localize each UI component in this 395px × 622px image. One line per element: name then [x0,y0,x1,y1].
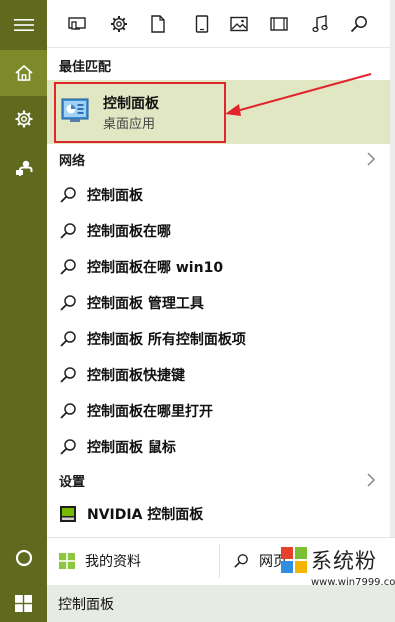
best-match-header: 最佳匹配 [59,60,112,75]
settings-result-row[interactable]: NVIDIA 控制面板 [47,496,390,532]
settings-result-label: NVIDIA 控制面板 [87,507,204,523]
start-button[interactable] [0,585,47,622]
folders-filter-button[interactable] [190,12,214,36]
watermark-url: www.win7999.com [311,577,395,588]
search-icon [60,367,76,383]
web-result-label: 控制面板快捷键 [87,368,185,384]
web-filter-button[interactable] [347,12,371,36]
my-stuff-label: 我的资料 [85,554,141,570]
search-icon [60,439,76,455]
settings-filter-button[interactable] [107,12,131,36]
web-result-label: 控制面板 [87,188,143,204]
scope-divider [219,544,220,578]
search-icon [60,331,76,347]
gear-icon [15,110,32,128]
photos-filter-icon [230,16,248,32]
music-filter-button[interactable] [308,12,332,36]
my-stuff-button[interactable]: 我的资料 [59,538,141,584]
taskbar-search-input[interactable]: 控制面板 [58,594,114,614]
settings-button[interactable] [0,96,47,142]
feedback-icon [15,160,32,176]
search-icon [60,295,76,311]
settings-header: 设置 [59,475,86,490]
cortana-circle-icon [15,549,32,567]
web-result-row[interactable]: 控制面板 所有控制面板项 [47,320,390,356]
results-panel: 最佳匹配 控制面板 桌面应用 网络 控制面板 控制面板在哪 控制面板在哪 win… [47,48,390,537]
search-icon [60,259,76,275]
web-result-row[interactable]: 控制面板 鼠标 [47,428,390,464]
apps-filter-button[interactable] [65,12,89,36]
home-button[interactable] [0,50,47,96]
filter-bar [47,0,390,48]
feedback-button[interactable] [0,145,47,191]
windows-logo-icon [59,553,75,569]
web-result-label: 控制面板 管理工具 [87,296,204,312]
web-expand-chevron-icon[interactable] [366,152,376,166]
search-icon [60,223,76,239]
cortana-button[interactable] [0,535,47,581]
hamburger-menu-icon [13,19,34,31]
folders-filter-icon [195,15,209,33]
annotation-arrow-icon [225,73,372,116]
hamburger-menu-button[interactable] [0,2,47,48]
best-match-item[interactable]: 控制面板 桌面应用 [47,73,390,144]
web-result-row[interactable]: 控制面板在哪 [47,212,390,248]
web-result-label: 控制面板在哪里打开 [87,404,213,420]
web-result-label: 控制面板在哪 [87,224,171,240]
web-header: 网络 [59,154,86,169]
web-result-row[interactable]: 控制面板在哪里打开 [47,392,390,428]
web-result-label: 控制面板在哪 win10 [87,260,224,276]
watermark-logo-icon [281,547,307,573]
music-filter-icon [312,15,328,33]
web-filter-icon [350,16,367,33]
left-rail [0,0,47,585]
home-icon [14,65,33,81]
web-result-row[interactable]: 控制面板在哪 win10 [47,248,390,284]
photos-filter-button[interactable] [227,12,251,36]
windows-start-icon [15,595,32,612]
watermark-title: 系统粉 [311,549,377,573]
web-result-row[interactable]: 控制面板 管理工具 [47,284,390,320]
videos-filter-button[interactable] [267,12,291,36]
web-result-row[interactable]: 控制面板快捷键 [47,356,390,392]
search-icon [60,187,76,203]
web-result-label: 控制面板 鼠标 [87,440,176,456]
web-result-row[interactable]: 控制面板 [47,176,390,212]
videos-filter-icon [270,17,288,31]
apps-filter-icon [68,17,86,30]
watermark: 系统粉 www.win7999.com [241,543,395,607]
web-result-label: 控制面板 所有控制面板项 [87,332,246,348]
documents-filter-icon [151,15,165,33]
scrollbar-track[interactable] [390,0,395,585]
settings-expand-chevron-icon[interactable] [366,473,376,487]
annotation-highlight-box [54,82,226,143]
nvidia-icon [60,506,76,522]
documents-filter-button[interactable] [146,12,170,36]
search-icon [60,403,76,419]
settings-filter-icon [111,16,127,32]
